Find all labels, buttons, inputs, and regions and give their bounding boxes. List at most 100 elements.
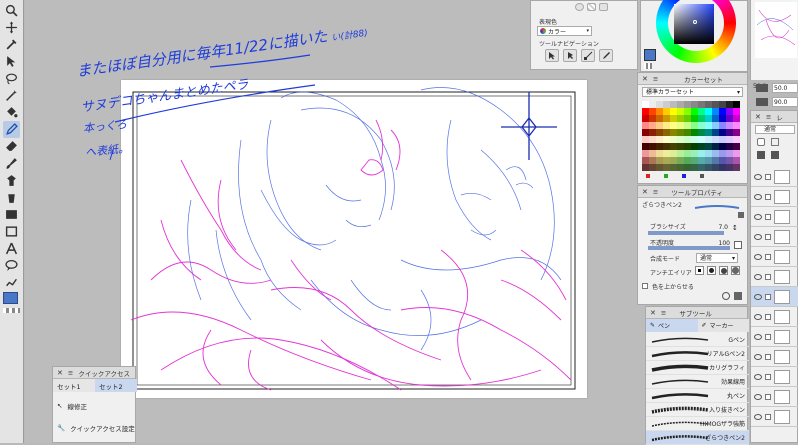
nav-vector-button[interactable] <box>581 49 595 62</box>
close-icon[interactable]: ✕ <box>650 309 656 317</box>
eye-icon[interactable] <box>754 293 762 300</box>
color-swatch[interactable] <box>705 108 712 115</box>
layer-row[interactable] <box>751 207 798 227</box>
color-swatch[interactable] <box>698 164 705 171</box>
layer-row[interactable] <box>751 247 798 267</box>
color-swatch[interactable] <box>719 164 726 171</box>
color-swatch[interactable] <box>712 136 719 143</box>
select-icon[interactable] <box>3 53 20 70</box>
saturation-box[interactable] <box>674 4 714 44</box>
color-swatch[interactable] <box>705 136 712 143</box>
color-swatch[interactable] <box>733 115 740 122</box>
color-swatch[interactable] <box>684 143 691 150</box>
sub-color-indicator[interactable] <box>644 63 652 69</box>
color-swatch[interactable] <box>733 143 740 150</box>
zoom-icon[interactable] <box>756 84 768 92</box>
layer-checkbox[interactable] <box>765 273 771 280</box>
color-swatch[interactable] <box>719 143 726 150</box>
color-swatch[interactable] <box>663 157 670 164</box>
layer-row[interactable] <box>751 167 798 187</box>
color-swatch[interactable] <box>656 143 663 150</box>
color-swatch[interactable] <box>719 101 726 108</box>
layer-checkbox[interactable] <box>765 233 771 240</box>
color-swatch[interactable] <box>670 115 677 122</box>
color-swatch[interactable] <box>719 108 726 115</box>
color-swatch[interactable] <box>677 143 684 150</box>
close-icon[interactable]: ✕ <box>642 75 648 83</box>
color-swatch[interactable] <box>698 115 705 122</box>
color-swatch[interactable] <box>705 150 712 157</box>
color-swatch[interactable] <box>726 122 733 129</box>
brush-item[interactable]: 効果線用 <box>646 375 749 389</box>
quick-access-settings[interactable]: 🔧 クイックアクセス設定 <box>57 423 135 433</box>
color-swatch[interactable] <box>712 164 719 171</box>
brush-item[interactable]: リアルGペン2 <box>646 347 749 361</box>
color-swatch[interactable] <box>656 136 663 143</box>
color-swatch[interactable] <box>670 108 677 115</box>
color-swatch[interactable] <box>726 164 733 171</box>
red-dot-icon[interactable] <box>646 174 650 178</box>
color-swatch[interactable] <box>691 129 698 136</box>
color-swatch[interactable] <box>656 115 663 122</box>
color-swatch[interactable] <box>726 143 733 150</box>
eye-icon[interactable] <box>754 193 762 200</box>
color-swatch[interactable] <box>719 115 726 122</box>
color-swatch[interactable] <box>726 101 733 108</box>
new-folder-icon[interactable] <box>771 151 779 159</box>
color-swatch[interactable] <box>656 150 663 157</box>
pen-icon[interactable] <box>3 121 20 138</box>
nav-select-button[interactable] <box>563 49 577 62</box>
color-swatch[interactable] <box>719 150 726 157</box>
color-swatch[interactable] <box>684 101 691 108</box>
color-swatch[interactable] <box>719 129 726 136</box>
color-swatch[interactable] <box>663 136 670 143</box>
color-swatch[interactable] <box>719 157 726 164</box>
color-swatch[interactable] <box>684 129 691 136</box>
layer-row[interactable] <box>751 307 798 327</box>
dither-mode-button[interactable] <box>587 3 596 11</box>
layer-checkbox[interactable] <box>765 413 771 420</box>
color-swatch[interactable] <box>698 122 705 129</box>
color-swatch[interactable] <box>649 143 656 150</box>
color-swatch[interactable] <box>733 136 740 143</box>
color-swatch[interactable] <box>649 164 656 171</box>
color-swatch[interactable] <box>684 157 691 164</box>
color-swatch[interactable] <box>677 164 684 171</box>
color-swatch[interactable] <box>642 143 649 150</box>
menu-icon[interactable]: ≡ <box>661 309 666 317</box>
color-swatch[interactable] <box>705 157 712 164</box>
brush-size-value[interactable]: 7.0 <box>706 224 730 233</box>
color-swatch[interactable] <box>677 150 684 157</box>
color-swatch[interactable] <box>642 108 649 115</box>
color-swatch[interactable] <box>677 122 684 129</box>
eye-icon[interactable] <box>754 333 762 340</box>
color-swatch[interactable] <box>719 136 726 143</box>
eye-icon[interactable] <box>754 173 762 180</box>
color-swatch[interactable] <box>691 115 698 122</box>
color-swatch[interactable] <box>712 108 719 115</box>
color-swatch[interactable] <box>705 115 712 122</box>
color-swatch[interactable] <box>670 143 677 150</box>
brush-item[interactable]: HIMOGザラ強筋 <box>646 417 749 431</box>
opacity-checkbox[interactable] <box>734 241 742 249</box>
brush-item[interactable]: Gペン <box>646 333 749 347</box>
color-swatch[interactable] <box>642 129 649 136</box>
eye-icon[interactable] <box>754 253 762 260</box>
close-icon[interactable]: ✕ <box>57 369 63 377</box>
layer-clip-icon[interactable] <box>771 138 779 146</box>
color-swatch[interactable] <box>663 101 670 108</box>
layer-row[interactable] <box>751 187 798 207</box>
color-swatch[interactable] <box>691 150 698 157</box>
square-mode-button[interactable] <box>599 3 608 11</box>
reset-icon[interactable] <box>722 292 730 300</box>
blend-icon[interactable] <box>3 172 20 189</box>
color-swatch[interactable] <box>691 101 698 108</box>
layer-row[interactable] <box>751 387 798 407</box>
color-swatch[interactable] <box>670 150 677 157</box>
layer-checkbox[interactable] <box>765 213 771 220</box>
antialias-none[interactable] <box>695 266 704 275</box>
color-swatch[interactable] <box>705 101 712 108</box>
close-icon[interactable]: ✕ <box>755 113 761 121</box>
color-swatch[interactable] <box>698 136 705 143</box>
wrench-icon[interactable] <box>734 292 742 300</box>
